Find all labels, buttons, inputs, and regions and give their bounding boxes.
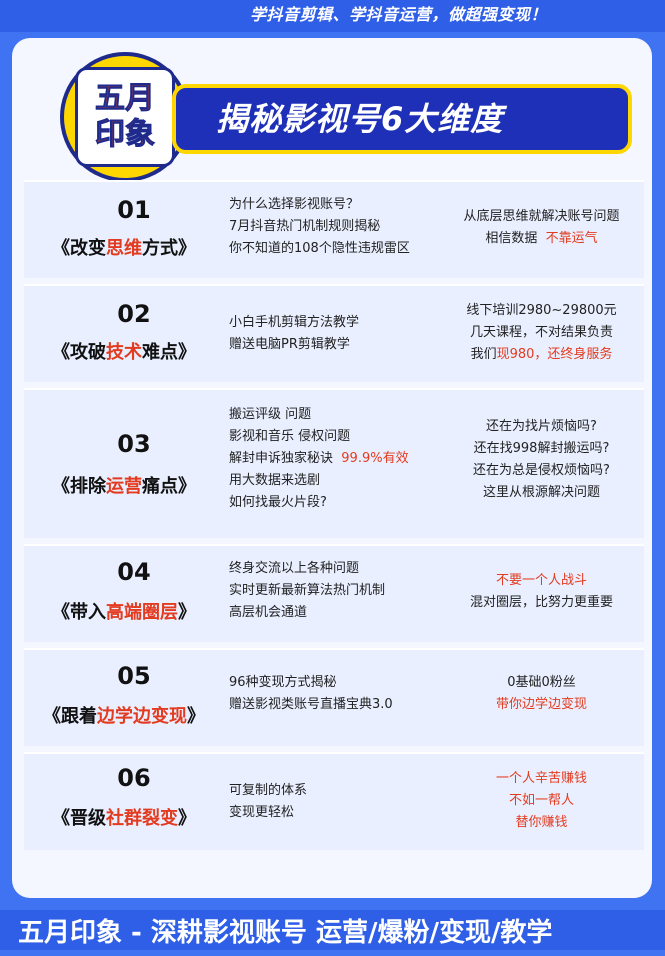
- benefit-line: 从底层思维就解决账号问题: [463, 209, 620, 224]
- row-number: 06: [117, 764, 151, 792]
- detail-line: 高层机会通道: [229, 605, 308, 620]
- detail-line: 搬运评级 问题: [229, 407, 312, 422]
- slogan: 学抖音剪辑、学抖音运营，做超强变现！: [250, 5, 548, 24]
- benefit-line: 带你边学边变现: [495, 697, 587, 712]
- detail-line: 终身交流以上各种问题: [229, 561, 360, 576]
- benefit-line: 不要一个人战斗: [495, 573, 587, 588]
- feature-row-05: 05 《跟着边学边变现》 96种变现方式揭秘 赠送影视类账号直播宝典3.0 0基…: [24, 648, 644, 746]
- row-number: 02: [117, 300, 151, 328]
- row-title: 《改变思维方式》: [52, 238, 196, 259]
- logo-badge: 五月 印象: [75, 67, 175, 167]
- row-benefits: 还在为找片烦恼吗? 还在找998解封搬运吗? 还在为总是侵权烦恼吗? 这里从根源…: [444, 416, 639, 504]
- row-title: 《排除运营痛点》: [52, 476, 196, 497]
- row-details: 终身交流以上各种问题 实时更新最新算法热门机制 高层机会通道: [229, 558, 459, 624]
- detail-line: 用大数据来选剧: [229, 473, 321, 488]
- row-details: 搬运评级 问题 影视和音乐 侵权问题 解封申诉独家秘诀 99.9%有效 用大数据…: [229, 404, 459, 514]
- feature-row-03: 03 《排除运营痛点》 搬运评级 问题 影视和音乐 侵权问题 解封申诉独家秘诀 …: [24, 388, 644, 538]
- footer-bar: 五月印象 - 深耕影视账号 运营/爆粉/变现/教学: [0, 910, 665, 950]
- row-details: 可复制的体系 变现更轻松: [229, 780, 459, 824]
- detail-line: 7月抖音热门机制规则揭秘: [229, 219, 381, 234]
- benefit-line: 相信数据 不靠运气: [485, 231, 598, 246]
- row-details: 96种变现方式揭秘 赠送影视类账号直播宝典3.0: [229, 672, 459, 716]
- top-strip: 学抖音剪辑、学抖音运营，做超强变现！: [0, 0, 665, 32]
- detail-line: 96种变现方式揭秘: [229, 675, 337, 690]
- row-title: 《攻破技术难点》: [52, 342, 196, 363]
- feature-row-06: 06 《晋级社群裂变》 可复制的体系 变现更轻松 一个人辛苦赚钱 不如一帮人 替…: [24, 752, 644, 850]
- benefit-line: 替你赚钱: [515, 815, 568, 830]
- row-number: 01: [117, 196, 151, 224]
- row-number: 04: [117, 558, 151, 586]
- benefit-line: 线下培训2980~29800元: [466, 303, 617, 318]
- banner-title: 揭秘影视号6大维度: [216, 100, 504, 138]
- row-benefits: 线下培训2980~29800元 几天课程，不对结果负责 我们现980，还终身服务: [444, 300, 639, 366]
- benefit-line: 一个人辛苦赚钱: [495, 771, 587, 786]
- feature-row-01: 01 《改变思维方式》 为什么选择影视账号？ 7月抖音热门机制规则揭秘 你不知道…: [24, 180, 644, 278]
- row-number: 05: [117, 662, 151, 690]
- detail-line: 小白手机剪辑方法教学: [229, 315, 360, 330]
- footer-text: 五月印象 - 深耕影视账号 运营/爆粉/变现/教学: [18, 918, 553, 948]
- detail-line: 为什么选择影视账号？: [229, 197, 360, 212]
- detail-line: 赠送影视类账号直播宝典3.0: [229, 697, 393, 712]
- row-details: 小白手机剪辑方法教学 赠送电脑PR剪辑教学: [229, 312, 459, 356]
- benefit-line: 不如一帮人: [508, 793, 574, 808]
- benefit-line: 这里从根源解决问题: [482, 485, 600, 500]
- row-benefits: 不要一个人战斗 混对圈层，比努力更重要: [444, 570, 639, 614]
- detail-line: 解封申诉独家秘诀 99.9%有效: [229, 451, 409, 466]
- benefit-line: 还在找998解封搬运吗?: [473, 441, 610, 456]
- detail-line: 如何找最火片段?: [229, 495, 327, 510]
- detail-line: 实时更新最新算法热门机制: [229, 583, 386, 598]
- logo-line-2: 印象: [95, 117, 156, 153]
- detail-line: 影视和音乐 侵权问题: [229, 429, 351, 444]
- row-details: 为什么选择影视账号？ 7月抖音热门机制规则揭秘 你不知道的108个隐性违规雷区: [229, 194, 459, 260]
- detail-line: 变现更轻松: [229, 805, 295, 820]
- feature-row-04: 04 《带入高端圈层》 终身交流以上各种问题 实时更新最新算法热门机制 高层机会…: [24, 544, 644, 642]
- row-benefits: 从底层思维就解决账号问题 相信数据 不靠运气: [444, 206, 639, 250]
- row-title: 《跟着边学边变现》: [43, 706, 205, 727]
- benefit-line: 我们现980，还终身服务: [470, 347, 613, 362]
- title-banner: 揭秘影视号6大维度: [172, 84, 632, 154]
- row-benefits: 一个人辛苦赚钱 不如一帮人 替你赚钱: [444, 768, 639, 834]
- row-title: 《带入高端圈层》: [52, 602, 196, 623]
- benefit-line: 几天课程，不对结果负责: [469, 325, 613, 340]
- feature-row-02: 02 《攻破技术难点》 小白手机剪辑方法教学 赠送电脑PR剪辑教学 线下培训29…: [24, 284, 644, 382]
- detail-line: 可复制的体系: [229, 783, 308, 798]
- row-title: 《晋级社群裂变》: [52, 808, 196, 829]
- detail-line: 赠送电脑PR剪辑教学: [229, 337, 350, 352]
- logo-line-1: 五月: [95, 81, 156, 117]
- brand-logo: 五月 印象: [60, 52, 190, 182]
- benefit-line: 还在为总是侵权烦恼吗?: [473, 463, 610, 478]
- detail-line: 你不知道的108个隐性违规雷区: [229, 241, 410, 256]
- benefit-line: 0基础0粉丝: [507, 675, 576, 690]
- benefit-line: 还在为找片烦恼吗?: [486, 419, 597, 434]
- benefit-line: 混对圈层，比努力更重要: [469, 595, 613, 610]
- row-benefits: 0基础0粉丝 带你边学边变现: [444, 672, 639, 716]
- row-number: 03: [117, 430, 151, 458]
